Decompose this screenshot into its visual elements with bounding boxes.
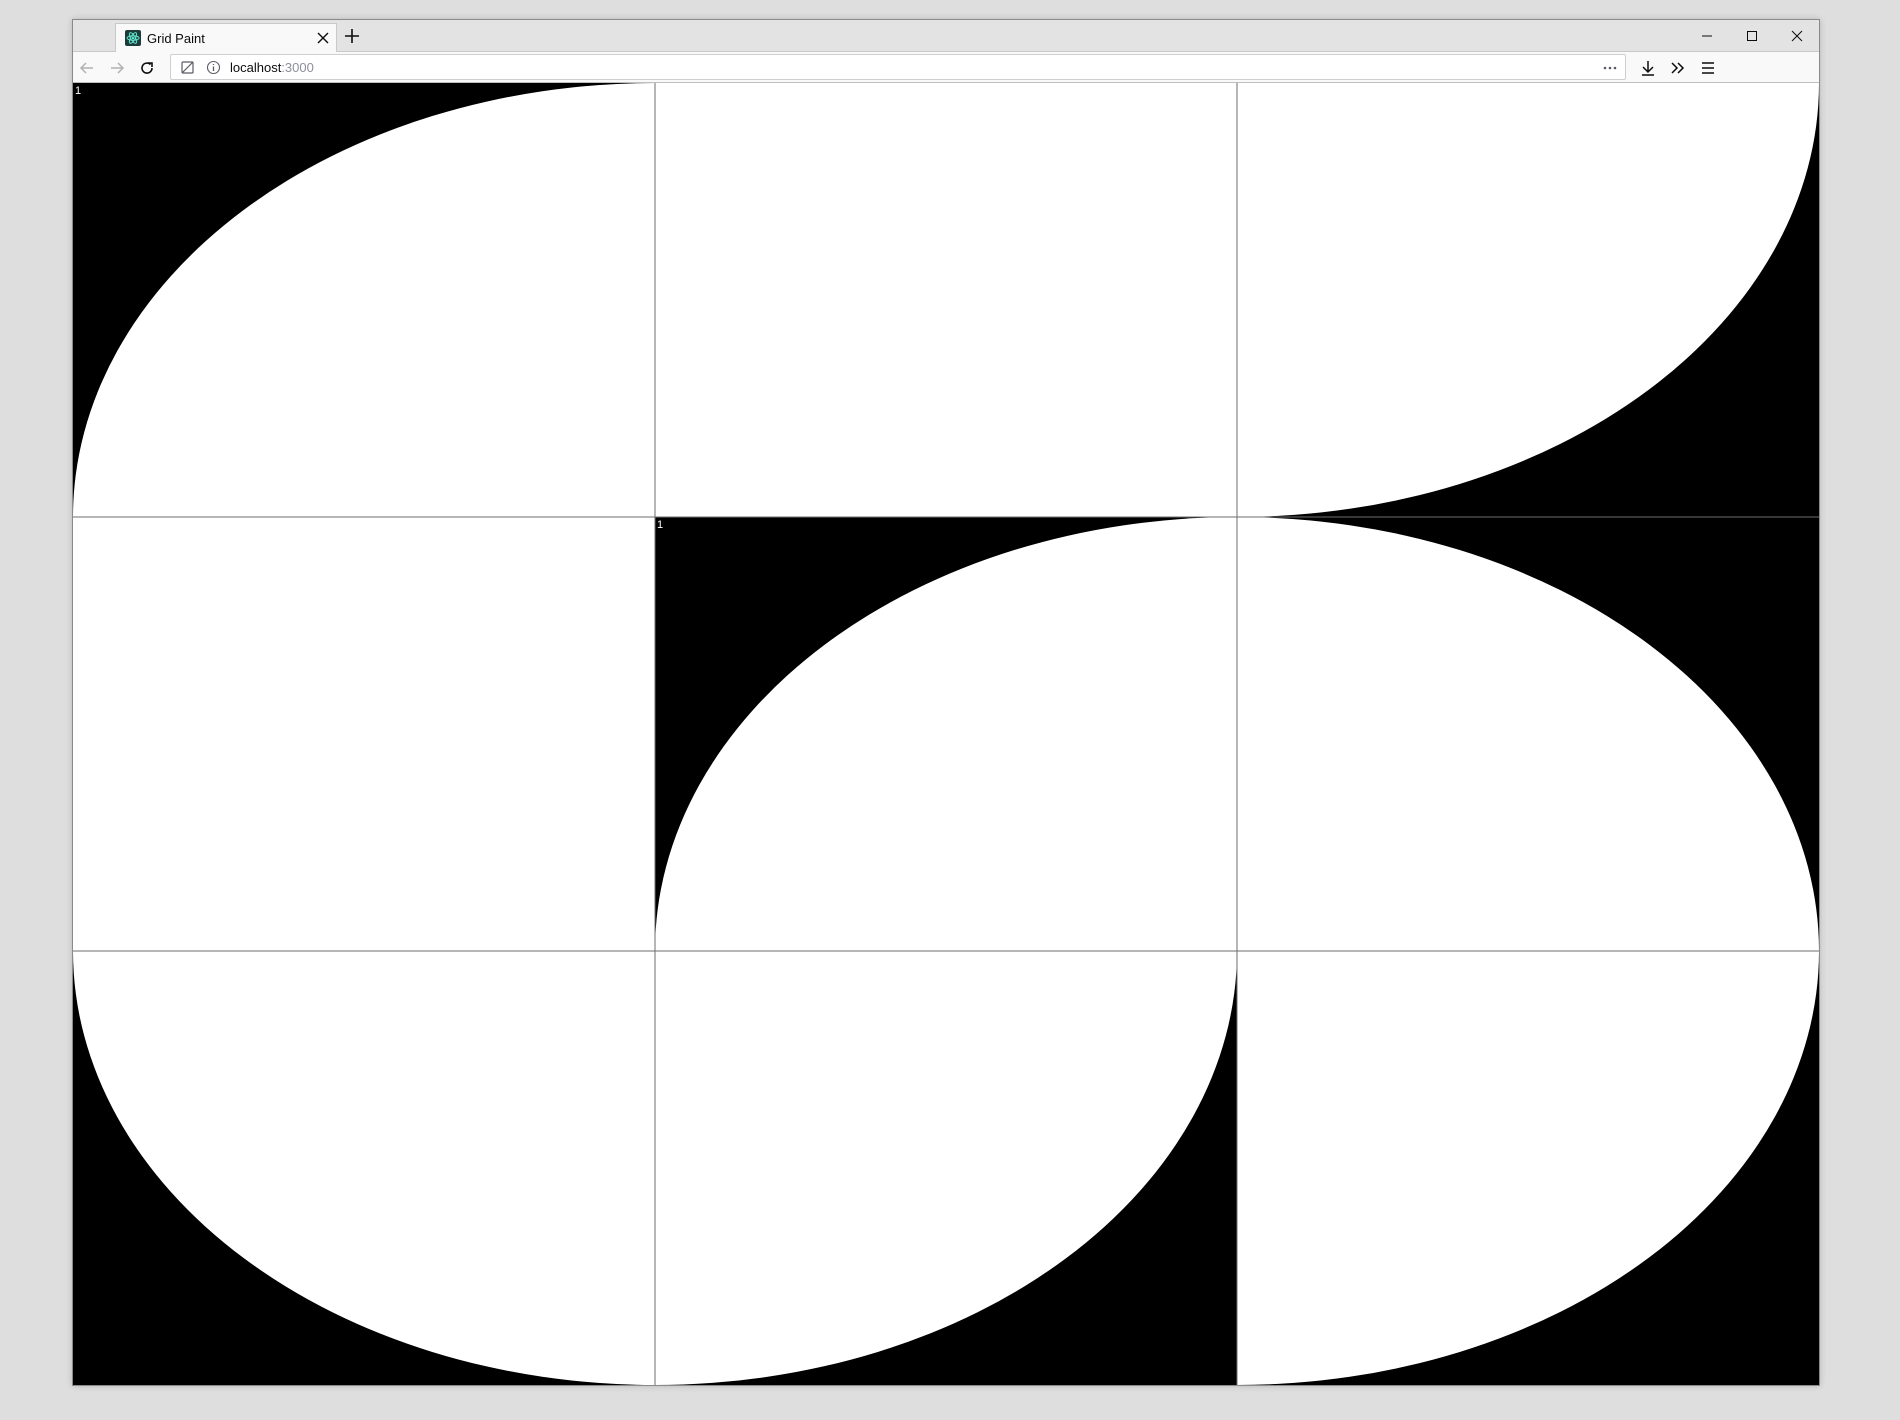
reload-icon[interactable] xyxy=(138,59,156,77)
hamburger-menu-icon[interactable] xyxy=(1699,59,1717,77)
grid-cell[interactable] xyxy=(1237,83,1819,517)
navigation-toolbar: localhost:3000 xyxy=(73,52,1819,83)
grid-cell[interactable]: 1 xyxy=(73,83,655,517)
tab-strip: Grid Paint xyxy=(73,20,1819,52)
minimize-icon[interactable] xyxy=(1697,26,1717,46)
grid-cell[interactable] xyxy=(1237,517,1819,951)
tab-grid-paint[interactable]: Grid Paint xyxy=(115,23,337,52)
address-bar[interactable]: localhost:3000 xyxy=(170,54,1626,80)
grid-cell[interactable] xyxy=(655,951,1237,1385)
grid-cell[interactable] xyxy=(73,517,655,951)
grid-cell[interactable] xyxy=(1237,951,1819,1385)
close-tab-icon[interactable] xyxy=(316,31,330,45)
cell-background xyxy=(73,517,655,951)
grid-paint-canvas[interactable]: 11 xyxy=(73,83,1819,1385)
cell-label: 1 xyxy=(657,519,663,531)
grid-cell[interactable] xyxy=(73,951,655,1385)
tracking-protection-icon[interactable] xyxy=(180,60,195,75)
grid-cell[interactable] xyxy=(655,83,1237,517)
grid-cell[interactable]: 1 xyxy=(655,517,1237,951)
close-window-icon[interactable] xyxy=(1787,26,1807,46)
overflow-chevron-icon[interactable] xyxy=(1669,59,1687,77)
url-text[interactable]: localhost:3000 xyxy=(230,60,314,75)
new-tab-icon[interactable] xyxy=(343,27,361,45)
forward-arrow-icon[interactable] xyxy=(108,59,126,77)
tab-title: Grid Paint xyxy=(147,31,205,46)
back-arrow-icon[interactable] xyxy=(78,59,96,77)
site-info-icon[interactable] xyxy=(206,60,221,75)
url-host: localhost xyxy=(230,60,282,75)
grid-svg[interactable]: 11 xyxy=(73,83,1819,1385)
browser-window: Grid Paint localhost:3000 1 1 xyxy=(72,19,1820,1386)
cell-background xyxy=(655,83,1237,517)
url-port: :3000 xyxy=(281,60,314,75)
maximize-icon[interactable] xyxy=(1742,26,1762,46)
downloads-icon[interactable] xyxy=(1639,59,1657,77)
react-logo-icon xyxy=(125,30,141,46)
cell-label: 1 xyxy=(75,85,81,97)
page-actions-icon[interactable] xyxy=(1602,60,1618,75)
